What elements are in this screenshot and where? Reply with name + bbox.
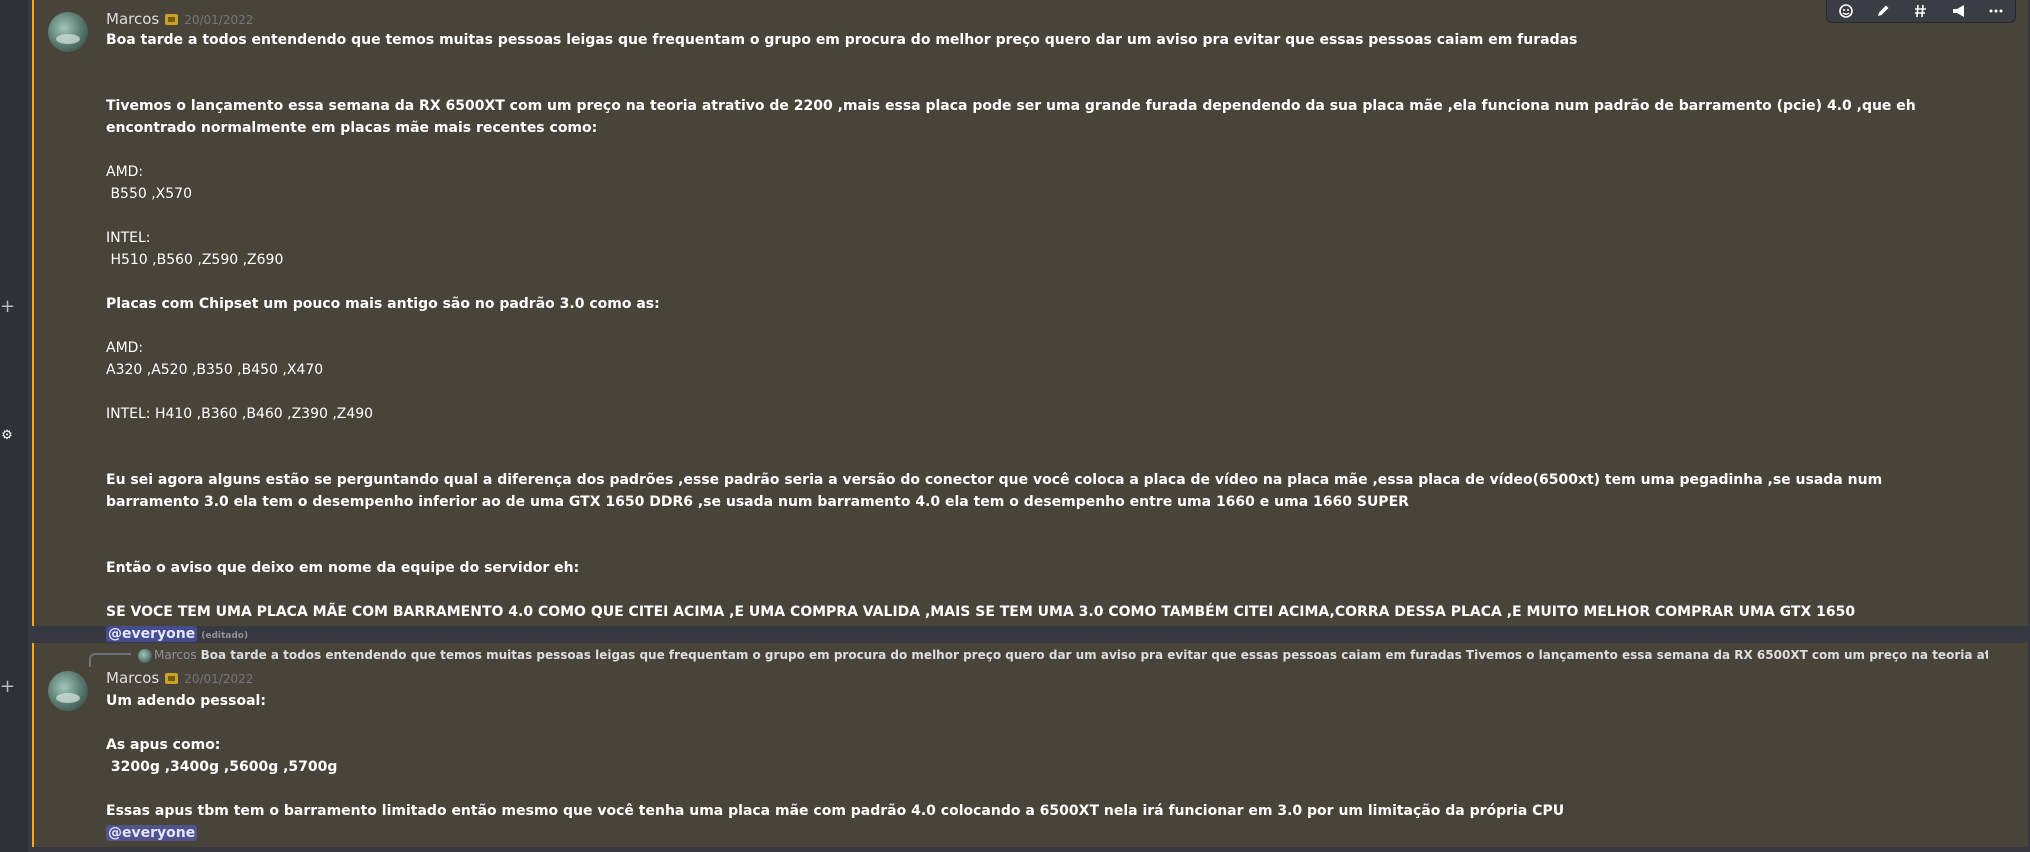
message-line <box>106 425 1978 447</box>
author-name[interactable]: Marcos <box>106 10 159 28</box>
message-line <box>106 712 1978 734</box>
message-line <box>106 271 1978 293</box>
reply-text[interactable]: Boa tarde a todos entendendo que temos m… <box>201 648 1988 662</box>
message-line: @everyone <box>106 822 1978 844</box>
edit-icon[interactable] <box>1872 1 1894 21</box>
message-line: Um adendo pessoal: <box>106 693 266 709</box>
message-line: AMD: <box>106 340 144 356</box>
more-options-icon[interactable] <box>1985 1 2007 21</box>
message-line <box>106 51 1978 73</box>
message-line <box>106 535 1978 557</box>
everyone-mention[interactable]: @everyone <box>106 825 198 841</box>
message-line: Boa tarde a todos entendendo que temos m… <box>106 32 1578 48</box>
message-line: Eu sei agora alguns estão se perguntando… <box>106 472 1888 510</box>
message-line <box>106 513 1978 535</box>
message-line: INTEL: <box>106 230 151 246</box>
message-header: Marcos 20/01/2022 <box>106 10 253 29</box>
message-line <box>106 579 1978 601</box>
message-line: AMD: <box>106 164 144 180</box>
message-line: 3200g ,3400g ,5600g ,5700g <box>106 759 338 775</box>
reply-avatar[interactable] <box>138 648 152 663</box>
message-line <box>106 205 1978 227</box>
message-line <box>106 139 1978 161</box>
server-badge-icon <box>165 14 179 25</box>
reply-author[interactable]: Marcos <box>154 648 197 662</box>
edited-label[interactable]: (editado) <box>201 631 248 641</box>
message-toolbar <box>1826 0 2016 23</box>
message-line <box>106 381 1978 403</box>
message-line: Essas apus tbm tem o barramento limitado… <box>106 803 1565 819</box>
message-line <box>106 315 1978 337</box>
timestamp[interactable]: 20/01/2022 <box>184 13 253 27</box>
plus-icon[interactable]: + <box>0 678 15 696</box>
message-line: As apus como: <box>106 737 221 753</box>
everyone-mention[interactable]: @everyone <box>106 626 198 642</box>
publish-icon[interactable] <box>1948 1 1970 21</box>
message-header: Marcos 20/01/2022 <box>106 669 253 688</box>
timestamp[interactable]: 20/01/2022 <box>184 672 253 686</box>
gear-icon[interactable]: ⚙ <box>0 428 14 443</box>
message-line: Então o aviso que deixo em nome da equip… <box>106 560 580 576</box>
message-line: B550 ,X570 <box>106 186 192 202</box>
message-line-text: SE VOCE TEM UMA PLACA MÃE COM BARRAMENTO… <box>106 604 1856 620</box>
reply-preview[interactable]: Marcos Boa tarde a todos entendendo que t… <box>138 647 1988 663</box>
message-line: H510 ,B560 ,Z590 ,Z690 <box>106 252 284 268</box>
reply-connector <box>89 653 131 667</box>
message-content: Boa tarde a todos entendendo que temos m… <box>106 29 1978 647</box>
message-line: Tivemos o lançamento essa semana da RX 6… <box>106 98 1921 136</box>
message-line <box>106 447 1978 469</box>
server-badge-icon <box>165 673 179 684</box>
message-line <box>106 73 1978 95</box>
message-item[interactable]: Marcos 20/01/2022 Boa tarde a todos enten… <box>32 0 2028 642</box>
message-line <box>106 778 1978 800</box>
author-name[interactable]: Marcos <box>106 669 159 687</box>
message-line: Placas com Chipset um pouco mais antigo … <box>106 296 660 312</box>
add-reaction-icon[interactable] <box>1835 1 1857 21</box>
message-line: SE VOCE TEM UMA PLACA MÃE COM BARRAMENTO… <box>106 601 1978 647</box>
left-rail: + ⚙ + <box>0 0 28 852</box>
avatar[interactable] <box>48 12 88 52</box>
message-item[interactable]: Marcos Boa tarde a todos entendendo que t… <box>32 643 2028 847</box>
message-line: A320 ,A520 ,B350 ,B450 ,X470 <box>106 362 324 378</box>
plus-icon[interactable]: + <box>0 298 15 316</box>
create-thread-icon[interactable] <box>1910 1 1932 21</box>
message-content: Um adendo pessoal: As apus como: 3200g ,… <box>106 690 1978 844</box>
message-line: INTEL: H410 ,B360 ,B460 ,Z390 ,Z490 <box>106 406 374 422</box>
avatar[interactable] <box>48 671 88 711</box>
